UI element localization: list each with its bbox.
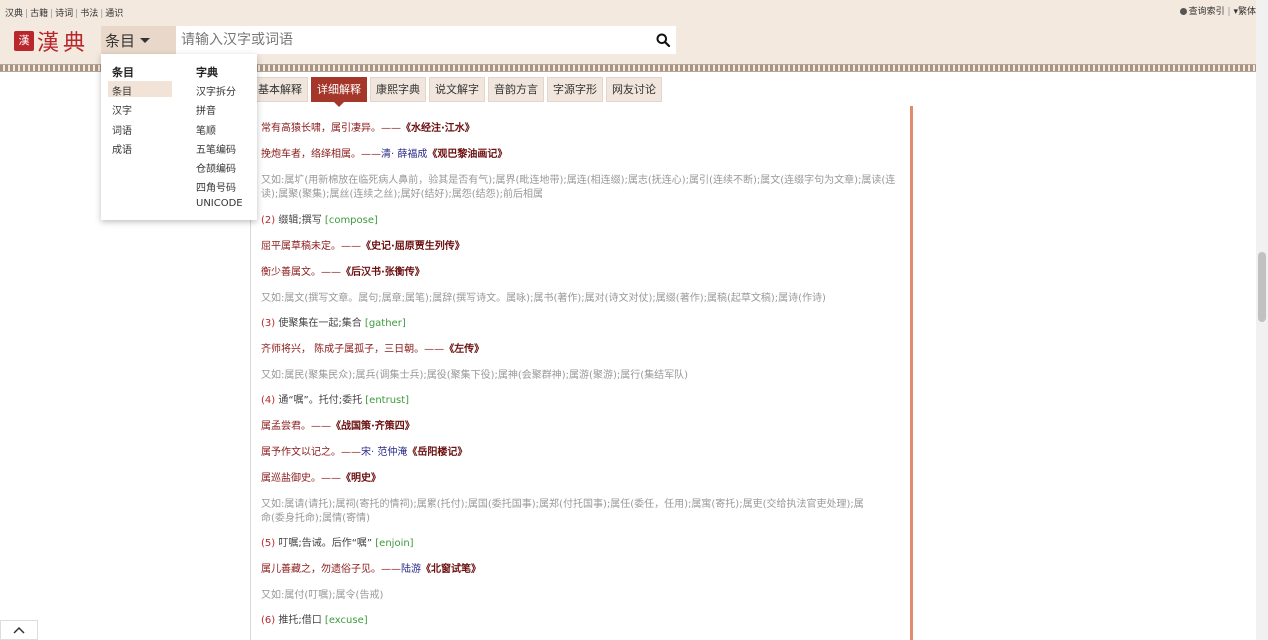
definition-panel: 常有高猿长啸，属引凄异。——《水经注·江水》 挽炮车者，络绎相属。——清· 薛福… (250, 106, 913, 640)
related-words: 又如:属圹(用新棉放在临死病人鼻前，验其是否有气);属界(毗连地带);属连(相连… (261, 175, 896, 200)
page-scrollbar[interactable] (1256, 0, 1268, 640)
dropdown-item-entry[interactable]: 条目 (108, 81, 172, 98)
tab-discussion[interactable]: 网友讨论 (606, 77, 662, 102)
related-words: 命(委身托命);属情(寄情) (261, 513, 370, 524)
related-words: 又如:属付(叮嘱);属令(告戒) (261, 590, 384, 601)
traditional-link[interactable]: 繁体 (1238, 7, 1256, 17)
related-words: 又如:属文(撰写文章。属句;属章;属笔);属辞(撰写诗文。属咏);属书(著作);… (261, 293, 826, 304)
search-category-dropdown: 条目 条目 汉字 词语 成语 字典 汉字拆分 拼音 笔顺 五笔编码 仓颉编码 四… (101, 54, 257, 220)
example-line: 屈平属草稿未定。——《史记·屈原贾生列传》 (261, 241, 465, 252)
tab-detailed[interactable]: 详细解释 (311, 77, 367, 107)
search-input[interactable] (176, 26, 650, 54)
dropdown-item-cangjie[interactable]: 仓颉编码 (196, 160, 236, 175)
example-line: 属儿善藏之，勿遗俗子见。——陆游《北窗试笔》 (261, 564, 481, 575)
definition-item: (3) 使聚集在一起;集合 [gather] (261, 318, 406, 329)
tab-phonology[interactable]: 音韵方言 (488, 77, 544, 102)
example-line: 衡少善属文。——《后汉书·张衡传》 (261, 267, 425, 278)
scrollbar-thumb[interactable] (1258, 252, 1266, 322)
tab-etymology[interactable]: 字源字形 (547, 77, 603, 102)
definition-item: (2) 缀辑;撰写 [compose] (261, 215, 378, 226)
example-line: 挽炮车者，络绎相属。——清· 薛福成《观巴黎油画记》 (261, 149, 508, 160)
query-index-link[interactable]: 查询索引 (1189, 7, 1225, 17)
example-line: 属予作文以记之。——宋· 范仲淹《岳阳楼记》 (261, 447, 468, 458)
tab-basic[interactable]: 基本解释 (252, 77, 308, 102)
search-icon (656, 33, 670, 47)
example-line: 常有高猿长啸，属引凄异。——《水经注·江水》 (261, 123, 475, 134)
dropdown-item-pinyin[interactable]: 拼音 (196, 102, 216, 117)
dropdown-item-hanzi[interactable]: 汉字 (112, 102, 132, 117)
chevron-up-icon (13, 626, 25, 634)
top-link-tongshi[interactable]: 通识 (105, 9, 123, 19)
dropdown-group-entries: 条目 (112, 66, 134, 79)
top-link-guji[interactable]: 古籍 (30, 9, 48, 19)
definition-item: (5) 叮嘱;告诫。后作“嘱” [enjoin] (261, 538, 414, 549)
dropdown-item-wubi[interactable]: 五笔编码 (196, 141, 236, 156)
tab-shuowen[interactable]: 说文解字 (429, 77, 485, 102)
definition-item: (4) 通“嘱”。托付;委托 [entrust] (261, 395, 410, 406)
logo-seal-icon: 漢 (14, 31, 34, 51)
related-words: 又如:属民(聚集民众);属兵(调集士兵);属役(聚集下役);属神(会聚群神);属… (261, 370, 689, 381)
example-line: 属孟尝君。——《战国策·齐策四》 (261, 421, 415, 432)
related-words: 又如:属请(请托);属祠(寄托的情祠);属累(托付);属国(委托国事);属郑(付… (261, 499, 864, 510)
dropdown-item-chengyu[interactable]: 成语 (112, 141, 132, 156)
back-to-top-button[interactable] (0, 620, 38, 640)
tab-bar: 基本解释 详细解释 康熙字典 说文解字 音韵方言 字源字形 网友讨论 (252, 77, 665, 107)
gear-icon (1179, 8, 1187, 15)
dropdown-item-unicode[interactable]: UNICODE (196, 198, 243, 209)
example-line: 齐师将兴， 陈成子属孤子，三日朝。——《左传》 (261, 344, 485, 355)
dropdown-group-dictionary: 字典 (196, 66, 218, 79)
logo-text: 漢典 (37, 31, 90, 56)
dropdown-item-stroke-order[interactable]: 笔顺 (196, 122, 216, 137)
dropdown-item-four-corner[interactable]: 四角号码 (196, 179, 236, 194)
top-link-handian[interactable]: 汉典 (5, 9, 23, 19)
top-link-shufa[interactable]: 书法 (80, 9, 98, 19)
top-links: 汉典 | 古籍 | 诗词 | 书法 | 通识 (5, 9, 124, 19)
tab-kangxi[interactable]: 康熙字典 (370, 77, 426, 102)
dropdown-item-split[interactable]: 汉字拆分 (196, 83, 236, 98)
example-line: 属巡盐御史。——《明史》 (261, 473, 381, 484)
search-button[interactable] (650, 26, 676, 54)
caret-down-icon (140, 38, 151, 43)
search-category-select[interactable]: 条目 (101, 26, 176, 54)
site-logo[interactable]: 漢 漢典 (14, 28, 90, 56)
definition-item: (6) 推托;借口 [excuse] (261, 615, 368, 626)
search-category-label: 条目 (105, 32, 136, 50)
top-link-shici[interactable]: 诗词 (55, 9, 73, 19)
top-right-links: 查询索引 | ▾繁体 (1179, 4, 1256, 17)
dropdown-item-ciyu[interactable]: 词语 (112, 122, 132, 137)
